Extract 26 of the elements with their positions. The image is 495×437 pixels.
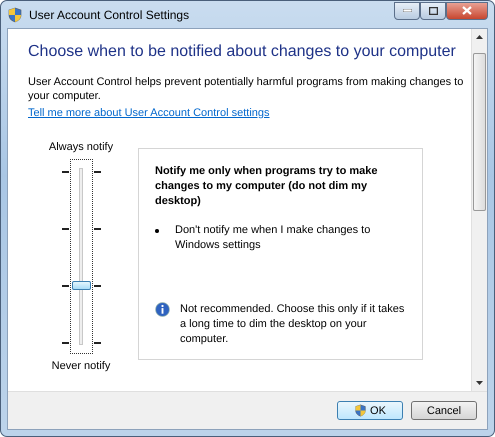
maximize-button[interactable] [420, 2, 446, 20]
slider-bottom-label: Never notify [52, 360, 110, 372]
maximize-icon [428, 6, 438, 14]
scroll-down-icon [476, 381, 483, 385]
slider-top-label: Always notify [48, 141, 114, 153]
bullet-icon [155, 229, 159, 233]
scroll-up-icon [476, 35, 483, 39]
window-title: User Account Control Settings [29, 8, 190, 22]
level-title: Notify me only when programs try to make changes to my computer (do not dim my desktop) [155, 164, 378, 209]
description-text: User Account Control helps prevent potentially harmful programs from making changes to your computer. [28, 75, 464, 103]
shield-icon [7, 6, 23, 22]
shield-icon [354, 404, 368, 417]
close-button[interactable] [446, 2, 488, 20]
minimize-icon [402, 9, 412, 12]
help-link[interactable]: Tell me more about User Account Control settings [28, 107, 270, 119]
info-icon [155, 302, 170, 317]
cancel-button[interactable]: Cancel [411, 401, 477, 420]
minimize-button[interactable] [394, 2, 420, 20]
warning-note: Not recommended. Choose this only if it takes a long time to dim the desktop on your computer. [180, 302, 406, 347]
notification-slider[interactable] [62, 159, 100, 354]
close-icon [462, 6, 472, 15]
scrollbar[interactable] [471, 29, 487, 391]
bullet-text: Don't notify me when I make changes to Windows settings [175, 223, 372, 253]
slider-thumb[interactable] [72, 281, 90, 290]
page-heading: Choose when to be notified about changes to your computer [28, 43, 457, 61]
ok-button[interactable]: OK [337, 401, 403, 420]
